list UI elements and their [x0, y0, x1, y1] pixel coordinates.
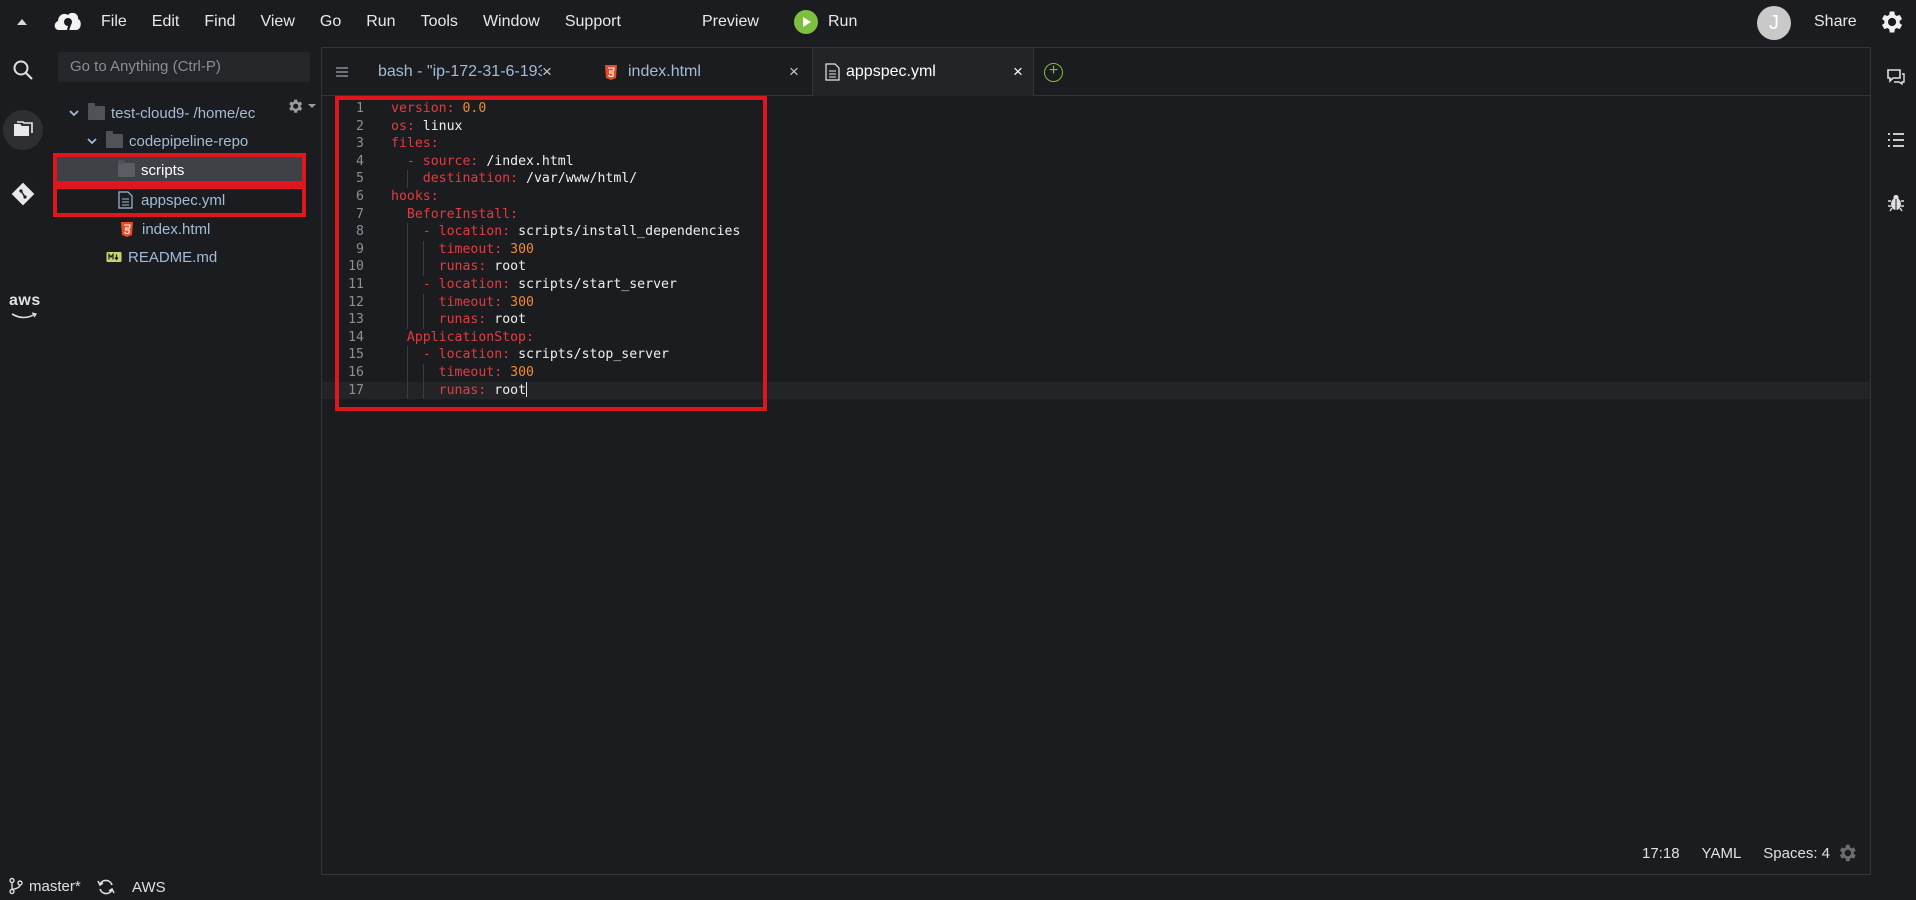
editor-status-bar: 17:18 YAML Spaces: 4 — [1620, 842, 1858, 864]
menu-window[interactable]: Window — [483, 13, 540, 31]
tree-root-folder[interactable]: test-cloud9 - /home/ec — [68, 100, 255, 126]
menu-bar: File Edit Find View Go Run Tools Window … — [0, 0, 1916, 44]
goto-anything-input[interactable]: Go to Anything (Ctrl-P) — [58, 52, 310, 82]
tree-item-label: index.html — [142, 220, 211, 238]
menu-find[interactable]: Find — [204, 13, 235, 31]
tab-label: appspec.yml — [846, 63, 936, 80]
html5-icon — [605, 64, 617, 80]
close-icon: × — [542, 62, 552, 81]
run-button[interactable]: Run — [794, 10, 857, 34]
collapse-menu-icon[interactable] — [14, 14, 30, 30]
tree-settings-gear-icon[interactable] — [286, 96, 318, 116]
aws-smile-icon — [11, 312, 38, 319]
annotation-box-scripts — [53, 153, 306, 185]
activity-bar: aws — [0, 44, 46, 874]
tab-index-html[interactable]: index.html × — [604, 48, 804, 96]
files-icon — [14, 121, 33, 136]
preview-button[interactable]: Preview — [702, 13, 759, 31]
share-button[interactable]: Share — [1814, 13, 1857, 31]
menu-support[interactable]: Support — [565, 13, 621, 31]
tree-item-readme[interactable]: README.md — [106, 244, 217, 270]
folder-icon — [106, 131, 123, 148]
search-icon — [13, 60, 33, 80]
aws-icon[interactable]: aws — [9, 292, 41, 310]
chevron-down-icon — [69, 110, 79, 117]
git-icon — [11, 182, 35, 206]
language-mode[interactable]: YAML — [1702, 845, 1742, 862]
annotation-box-code — [335, 96, 767, 411]
cloud9-logo-icon[interactable] — [52, 8, 82, 36]
folder-icon — [88, 103, 105, 120]
markdown-icon — [106, 252, 122, 262]
close-icon[interactable]: × — [1013, 62, 1023, 82]
menu-file[interactable]: File — [101, 13, 127, 31]
git-branch-icon — [9, 877, 23, 895]
tree-repo-label: codepipeline-repo — [129, 132, 249, 150]
tab-menu-icon[interactable] — [334, 62, 350, 82]
tab-label: bash - "ip-172-31-6-193.u — [378, 63, 542, 80]
menu-view[interactable]: View — [260, 13, 294, 31]
menu-items: File Edit Find View Go Run Tools Window … — [101, 0, 646, 44]
tree-root-path: - /home/ec — [184, 104, 256, 122]
tab-appspec[interactable]: appspec.yml × — [812, 48, 1034, 96]
right-sidebar — [1876, 44, 1916, 874]
tab-bash-close[interactable]: × — [542, 48, 556, 96]
html5-icon — [121, 221, 133, 237]
git-button[interactable] — [3, 174, 43, 214]
search-button[interactable] — [3, 50, 43, 90]
outline-icon[interactable] — [1886, 130, 1906, 150]
menu-go[interactable]: Go — [320, 13, 341, 31]
add-tab-icon[interactable]: + — [1044, 63, 1063, 82]
menu-run[interactable]: Run — [366, 13, 395, 31]
close-icon[interactable]: × — [789, 62, 799, 82]
bottom-status-bar: master* AWS — [0, 875, 1916, 900]
annotation-box-appspec — [53, 185, 306, 217]
tree-item-label: README.md — [128, 248, 218, 266]
tab-label: index.html — [628, 63, 701, 80]
file-icon — [825, 63, 840, 81]
cursor-position[interactable]: 17:18 — [1642, 845, 1680, 862]
tree-item-index[interactable]: index.html — [120, 216, 210, 242]
user-avatar[interactable]: J — [1757, 6, 1791, 40]
indent-setting[interactable]: Spaces: 4 — [1763, 845, 1830, 862]
git-branch-label: master* — [29, 877, 81, 895]
editor-settings-gear-icon[interactable] — [1836, 842, 1858, 864]
settings-gear-icon[interactable] — [1877, 8, 1905, 36]
menu-edit[interactable]: Edit — [152, 13, 180, 31]
chat-icon[interactable] — [1886, 67, 1906, 87]
chevron-down-icon — [87, 138, 97, 145]
tab-bar: bash - "ip-172-31-6-193.u × index.html ×… — [322, 48, 1870, 96]
debugger-bug-icon[interactable] — [1887, 193, 1905, 213]
play-icon — [794, 10, 818, 34]
sync-icon[interactable] — [96, 878, 116, 896]
tab-bash[interactable]: bash - "ip-172-31-6-193.u — [378, 48, 542, 96]
tree-root-label: test-cloud9 — [111, 104, 185, 122]
git-branch-indicator[interactable]: master* — [8, 877, 81, 895]
aws-status-label[interactable]: AWS — [132, 879, 166, 896]
menu-tools[interactable]: Tools — [421, 13, 458, 31]
files-button[interactable] — [3, 110, 43, 150]
tree-repo-folder[interactable]: codepipeline-repo — [86, 128, 248, 154]
run-button-label: Run — [828, 13, 858, 30]
